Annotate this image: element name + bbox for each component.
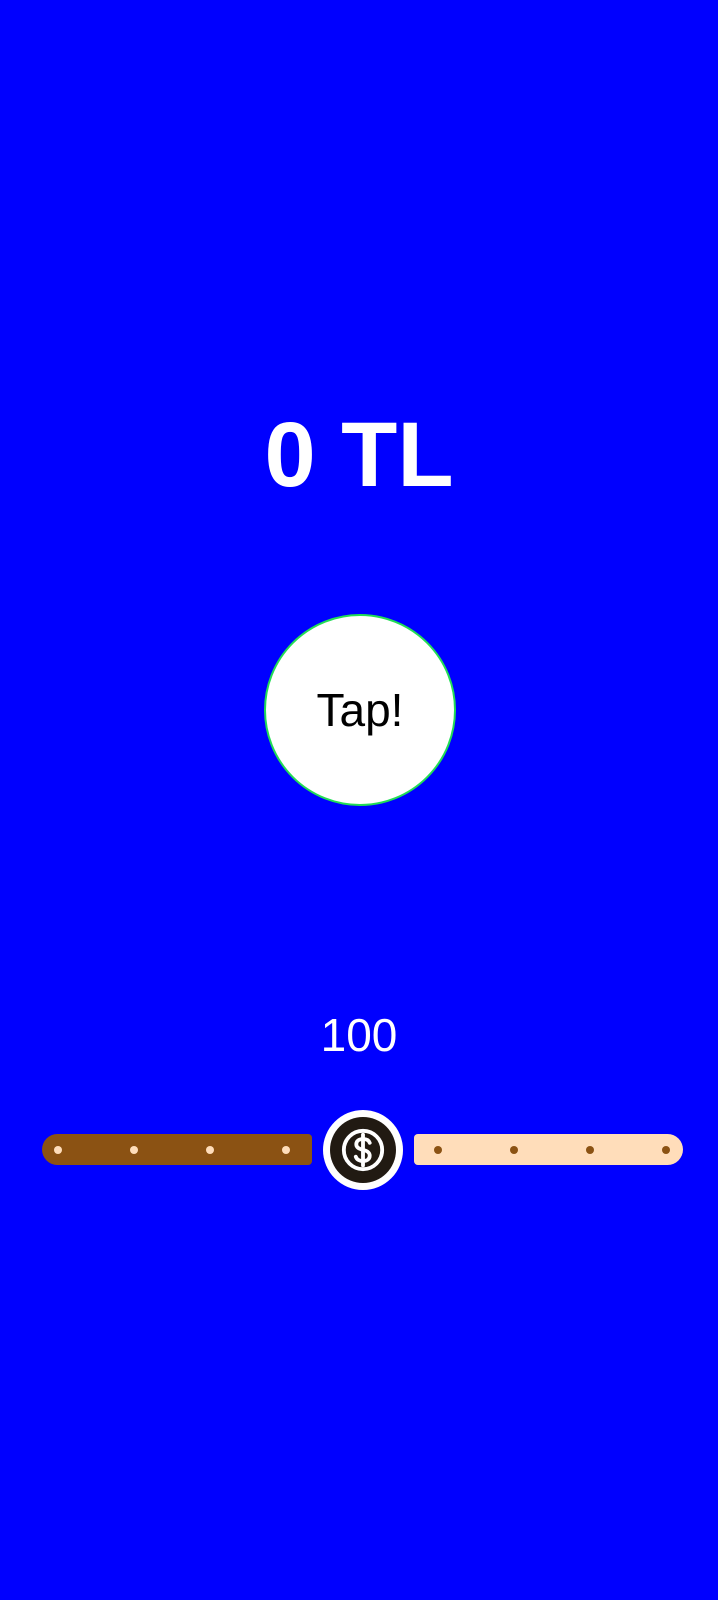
slider-tick [510, 1146, 518, 1154]
tap-button[interactable]: Tap! [264, 614, 456, 806]
slider-tick [54, 1146, 62, 1154]
slider-tick [586, 1146, 594, 1154]
slider-tick [206, 1146, 214, 1154]
slider-tick [434, 1146, 442, 1154]
amount-slider[interactable] [42, 1110, 683, 1190]
dollar-coin-icon [330, 1117, 396, 1183]
slider-tick [662, 1146, 670, 1154]
slider-tick [130, 1146, 138, 1154]
slider-value-label: 100 [320, 1009, 398, 1061]
slider-inactive-track[interactable] [414, 1134, 683, 1165]
slider-tick [282, 1146, 290, 1154]
balance-display: 0 TL [264, 404, 454, 506]
slider-active-track[interactable] [42, 1134, 312, 1165]
slider-thumb[interactable] [323, 1110, 403, 1190]
tap-button-label: Tap! [316, 684, 404, 736]
